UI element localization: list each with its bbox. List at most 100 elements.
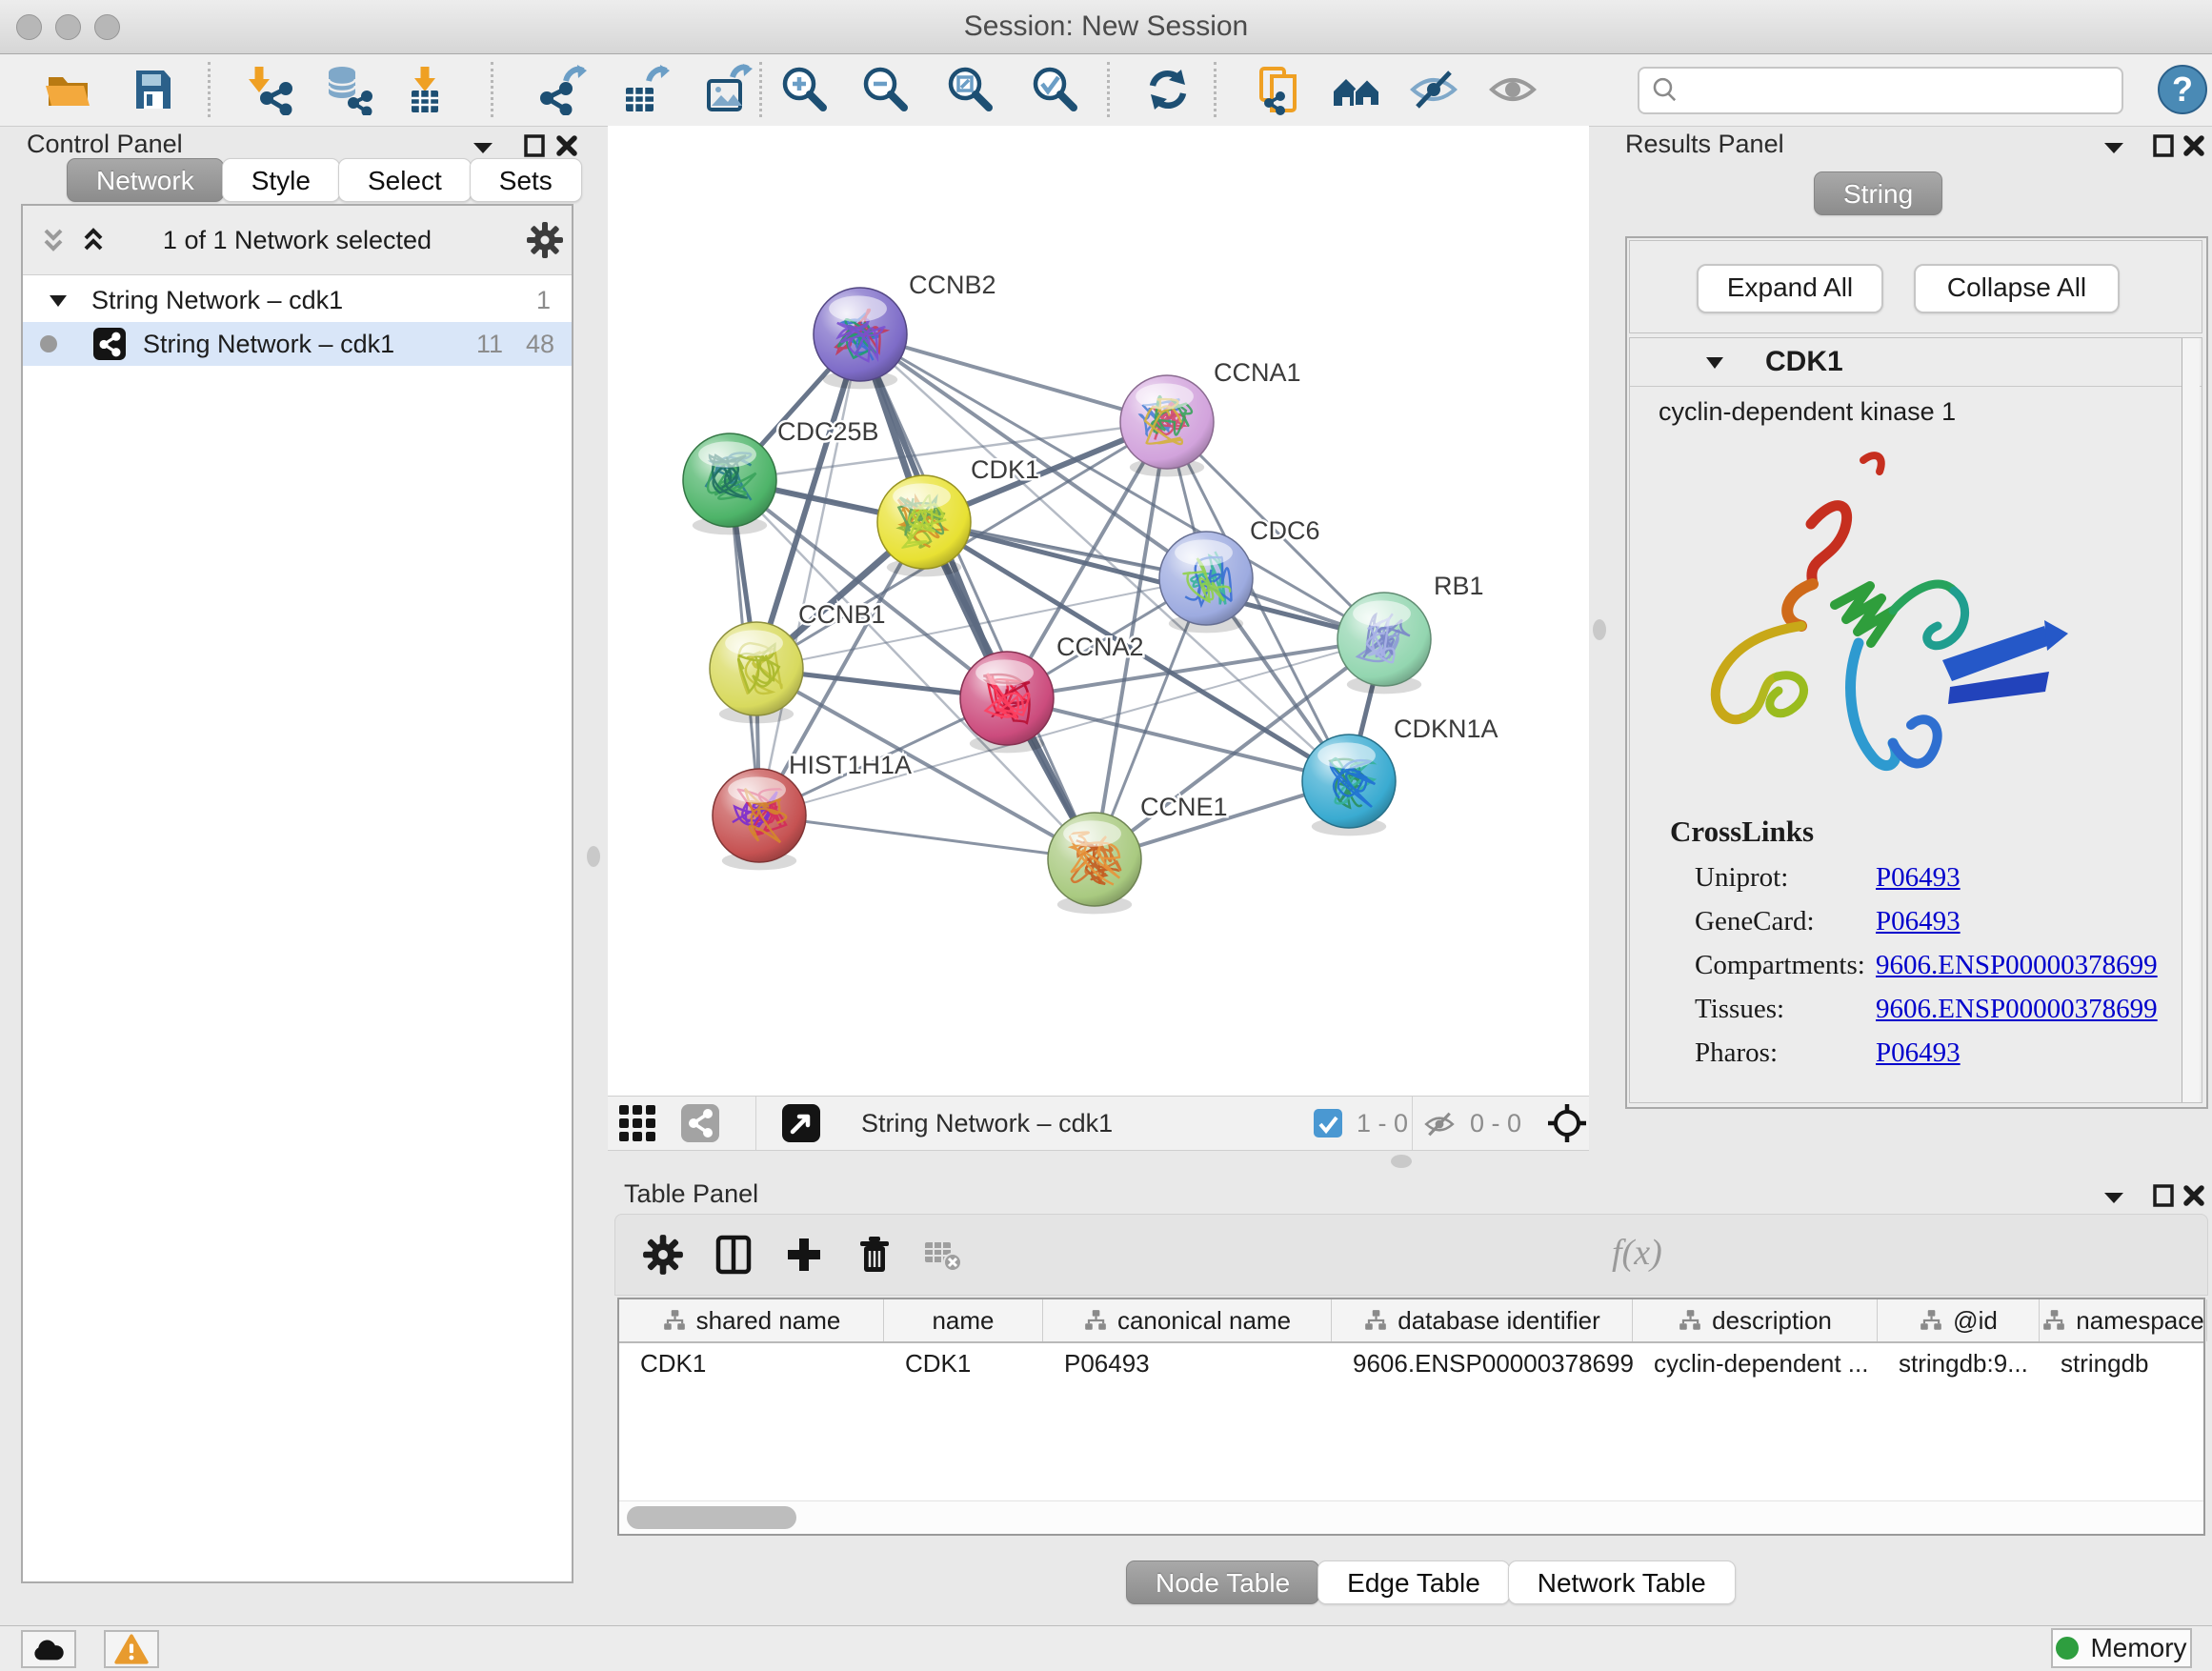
scrollbar-thumb[interactable] — [627, 1506, 796, 1529]
control-panel-close-icon[interactable] — [553, 131, 581, 160]
create-column-plus-icon[interactable] — [783, 1234, 825, 1276]
results-panel-close-icon[interactable] — [2180, 131, 2208, 160]
results-panel-float-icon[interactable] — [2149, 131, 2178, 160]
tab-node-table[interactable]: Node Table — [1126, 1560, 1319, 1604]
table-horizontal-scrollbar[interactable] — [619, 1500, 2203, 1534]
tree-row-network[interactable]: String Network – cdk1 11 48 — [23, 322, 572, 366]
gene-collapse-caret-icon[interactable] — [1704, 353, 1725, 372]
hide-selected-button[interactable] — [1408, 64, 1459, 115]
network-node[interactable] — [710, 622, 803, 723]
crosslink-value-link[interactable]: 9606.ENSP00000378699 — [1876, 950, 2158, 981]
table-cell[interactable]: P06493 — [1043, 1343, 1332, 1383]
control-panel-float-icon[interactable] — [520, 131, 549, 160]
column-header[interactable]: name — [884, 1299, 1043, 1341]
column-header[interactable]: description — [1633, 1299, 1878, 1341]
tab-network-table[interactable]: Network Table — [1508, 1560, 1736, 1604]
memory-button[interactable]: Memory — [2051, 1628, 2192, 1668]
results-panel-menu-icon[interactable] — [2100, 133, 2128, 162]
duplicate-network-button[interactable] — [1255, 64, 1306, 115]
table-cell[interactable]: 9606.ENSP00000378699 — [1332, 1343, 1633, 1383]
network-node[interactable] — [1302, 735, 1396, 836]
table-cell[interactable]: stringdb:9... — [1878, 1343, 2040, 1383]
tab-edge-table[interactable]: Edge Table — [1317, 1560, 1510, 1604]
table-cell[interactable]: CDK1 — [884, 1343, 1043, 1383]
save-session-button[interactable] — [128, 64, 179, 115]
gene-section-header[interactable]: CDK1 — [1630, 338, 2202, 387]
column-header[interactable]: shared name — [619, 1299, 884, 1341]
tab-sets[interactable]: Sets — [470, 158, 582, 202]
help-button[interactable]: ? — [2157, 64, 2208, 115]
tab-style[interactable]: Style — [222, 158, 340, 202]
network-node[interactable] — [1337, 593, 1431, 694]
column-header[interactable]: database identifier — [1332, 1299, 1633, 1341]
search-box[interactable] — [1638, 67, 2123, 114]
network-node[interactable] — [1159, 532, 1253, 633]
collapse-all-button[interactable]: Collapse All — [1914, 264, 2120, 313]
tab-network[interactable]: Network — [67, 158, 224, 202]
export-table-button[interactable] — [620, 64, 672, 115]
first-neighbors-button[interactable] — [1331, 64, 1382, 115]
tab-string[interactable]: String — [1814, 171, 1942, 215]
network-badge-icon[interactable] — [681, 1104, 719, 1142]
close-window-button[interactable] — [16, 14, 42, 40]
crosslink-value-link[interactable]: P06493 — [1876, 906, 1961, 937]
apply-function-icon[interactable]: f(x) — [1612, 1232, 1662, 1274]
birdseye-crosshair-icon[interactable] — [1547, 1103, 1587, 1143]
table-panel-float-icon[interactable] — [2149, 1181, 2178, 1210]
column-header[interactable]: canonical name — [1043, 1299, 1332, 1341]
show-all-button[interactable] — [1487, 64, 1538, 115]
refresh-view-button[interactable] — [1142, 64, 1194, 115]
results-scrollbar[interactable] — [2182, 338, 2200, 1102]
network-node[interactable] — [1048, 813, 1141, 914]
table-cell[interactable]: cyclin-dependent ... — [1633, 1343, 1878, 1383]
collapse-caret-icon[interactable] — [48, 292, 69, 311]
crosslink-value-link[interactable]: 9606.ENSP00000378699 — [1876, 994, 2158, 1025]
vertical-splitter-handle[interactable] — [1593, 619, 1606, 640]
zoom-selected-button[interactable] — [1029, 64, 1080, 115]
delete-table-icon[interactable] — [922, 1234, 964, 1276]
table-row[interactable]: CDK1CDK1P064939606.ENSP00000378699cyclin… — [619, 1343, 2203, 1383]
minimize-window-button[interactable] — [55, 14, 81, 40]
import-network-file-button[interactable] — [246, 64, 297, 115]
warning-status-button[interactable] — [104, 1630, 159, 1668]
network-graph[interactable]: CCNB2CCNA1CDC25BCDK1CDC6RB1CCNB1CCNA2CDK… — [608, 126, 1589, 1096]
column-header[interactable]: @id — [1878, 1299, 2040, 1341]
zoom-window-button[interactable] — [94, 14, 120, 40]
zoom-in-button[interactable] — [778, 64, 830, 115]
detach-view-icon[interactable] — [782, 1104, 820, 1142]
network-canvas[interactable]: CCNB2CCNA1CDC25BCDK1CDC6RB1CCNB1CCNA2CDK… — [608, 126, 1589, 1096]
zoom-out-button[interactable] — [859, 64, 911, 115]
table-options-gear-icon[interactable] — [642, 1234, 684, 1276]
grid-view-icon[interactable] — [619, 1105, 655, 1141]
tree-options-gear-icon[interactable] — [526, 221, 564, 259]
crosslink-value-link[interactable]: P06493 — [1876, 1037, 1961, 1069]
network-edge[interactable] — [759, 334, 860, 815]
vertical-splitter-handle[interactable] — [587, 846, 600, 867]
network-edge[interactable] — [860, 334, 1095, 859]
network-edge[interactable] — [860, 334, 1167, 422]
table-cell[interactable]: CDK1 — [619, 1343, 884, 1383]
table-panel-close-icon[interactable] — [2180, 1181, 2208, 1210]
show-columns-icon[interactable] — [713, 1234, 754, 1276]
network-edge[interactable] — [759, 815, 1095, 859]
zoom-fit-button[interactable] — [944, 64, 995, 115]
table-panel-menu-icon[interactable] — [2100, 1183, 2128, 1212]
export-network-button[interactable] — [535, 64, 587, 115]
search-input[interactable] — [1689, 72, 2112, 107]
crosslink-value-link[interactable]: P06493 — [1876, 862, 1961, 894]
open-file-button[interactable] — [42, 64, 93, 115]
export-image-button[interactable] — [702, 64, 754, 115]
network-node[interactable] — [1120, 375, 1214, 476]
network-node[interactable] — [683, 433, 776, 534]
cloud-status-button[interactable] — [21, 1630, 76, 1668]
tab-select[interactable]: Select — [338, 158, 472, 202]
network-node[interactable] — [713, 769, 806, 870]
delete-column-trash-icon[interactable] — [854, 1234, 895, 1276]
column-header[interactable]: namespace — [2040, 1299, 2207, 1341]
selected-checkbox-icon[interactable] — [1314, 1109, 1342, 1137]
import-table-file-button[interactable] — [399, 64, 451, 115]
table-cell[interactable]: stringdb — [2040, 1343, 2207, 1383]
expand-all-button[interactable]: Expand All — [1697, 264, 1883, 313]
horizontal-splitter-handle[interactable] — [1391, 1155, 1412, 1168]
tree-row-collection[interactable]: String Network – cdk1 1 — [23, 278, 572, 322]
